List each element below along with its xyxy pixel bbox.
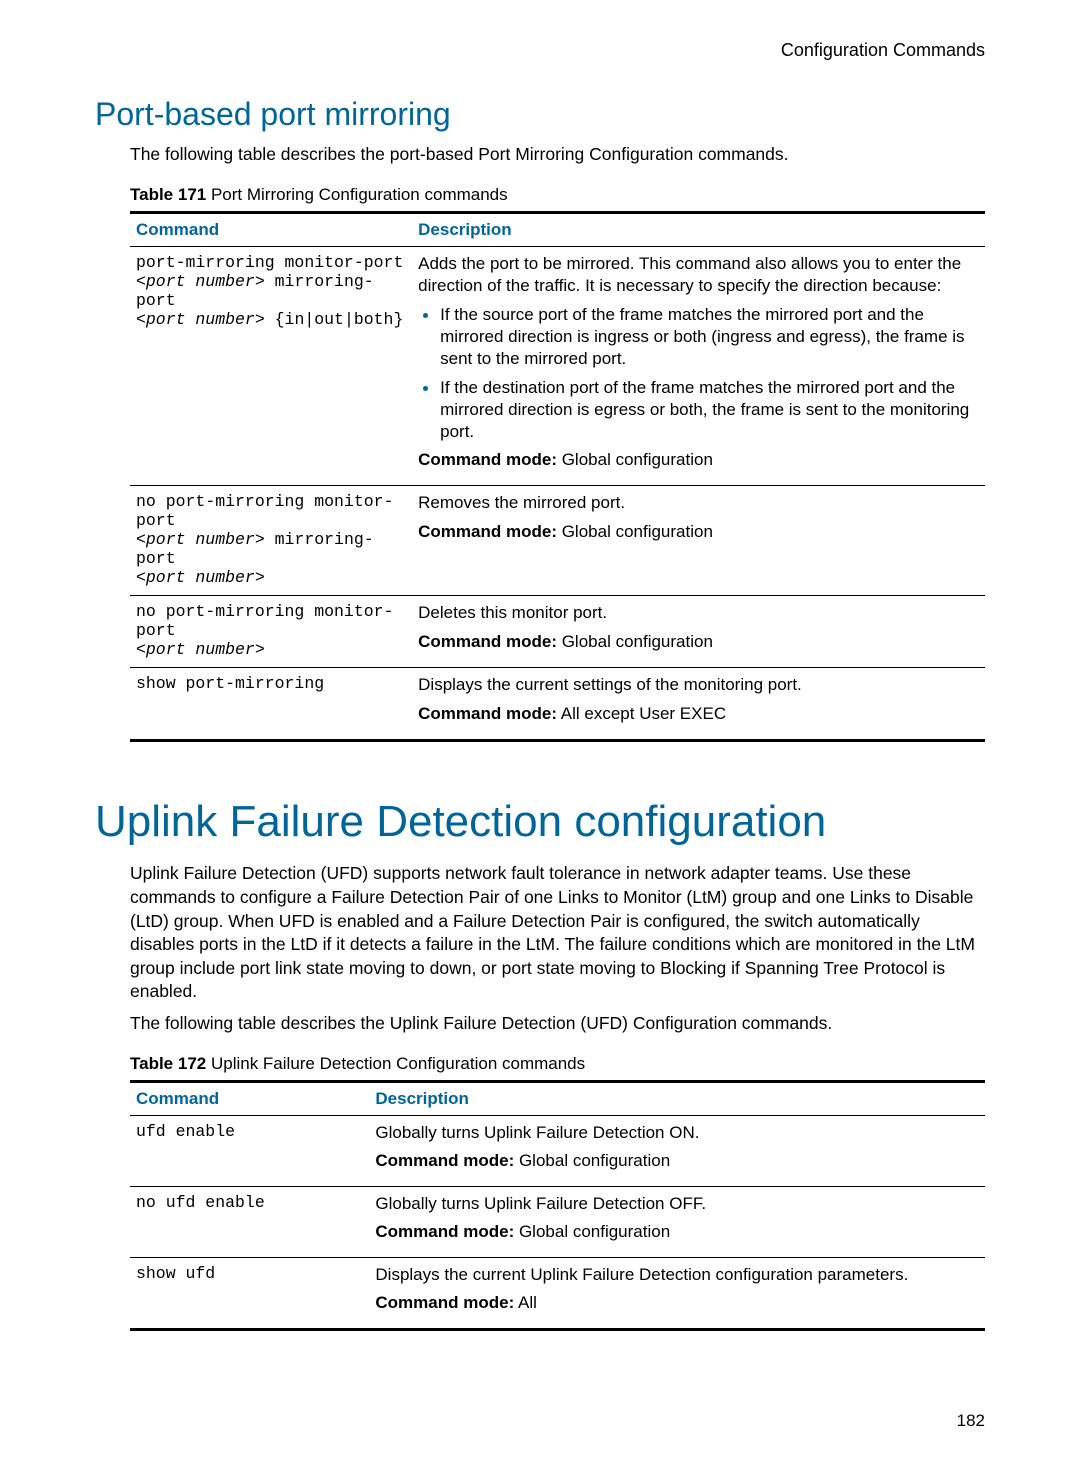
bullet-item: If the destination port of the frame mat… <box>440 376 979 443</box>
description-text: Deletes this monitor port. <box>418 602 979 624</box>
command-cell: no port-mirroring monitor-port <port num… <box>130 486 412 596</box>
column-header-command: Command <box>130 1081 369 1115</box>
command-mode: Command mode: All except User EXEC <box>418 703 979 725</box>
description-cell: Displays the current settings of the mon… <box>412 668 985 740</box>
description-text: Globally turns Uplink Failure Detection … <box>375 1122 979 1144</box>
command-cell: ufd enable <box>130 1115 369 1186</box>
table-row: port-mirroring monitor-port <port number… <box>130 246 985 486</box>
command-mode: Command mode: Global configuration <box>375 1221 979 1243</box>
command-mode: Command mode: Global configuration <box>375 1150 979 1172</box>
document-page: Configuration Commands Port-based port m… <box>0 0 1080 1471</box>
column-header-command: Command <box>130 212 412 246</box>
description-text: Displays the current Uplink Failure Dete… <box>375 1264 979 1286</box>
description-text: Removes the mirrored port. <box>418 492 979 514</box>
command-cell: no ufd enable <box>130 1186 369 1257</box>
table-label: Table 172 <box>130 1054 206 1073</box>
description-text: Adds the port to be mirrored. This comma… <box>418 253 979 297</box>
command-mode: Command mode: Global configuration <box>418 631 979 653</box>
description-text: Displays the current settings of the mon… <box>418 674 979 696</box>
table-caption-text: Uplink Failure Detection Configuration c… <box>206 1054 585 1073</box>
intro-paragraph: The following table describes the port-b… <box>130 143 985 167</box>
description-cell: Deletes this monitor port. Command mode:… <box>412 596 985 668</box>
command-mode: Command mode: Global configuration <box>418 521 979 543</box>
command-mode: Command mode: Global configuration <box>418 449 979 471</box>
page-number: 182 <box>95 1411 985 1431</box>
table-row: show port-mirroring Displays the current… <box>130 668 985 740</box>
command-cell: port-mirroring monitor-port <port number… <box>130 246 412 486</box>
description-cell: Displays the current Uplink Failure Dete… <box>369 1258 985 1330</box>
table-caption-172: Table 172 Uplink Failure Detection Confi… <box>130 1054 985 1074</box>
table-caption-text: Port Mirroring Configuration commands <box>206 185 507 204</box>
column-header-description: Description <box>369 1081 985 1115</box>
table-row: no port-mirroring monitor-port <port num… <box>130 596 985 668</box>
table-caption-171: Table 171 Port Mirroring Configuration c… <box>130 185 985 205</box>
section-heading-port-mirroring: Port-based port mirroring <box>95 96 985 133</box>
table-row: no port-mirroring monitor-port <port num… <box>130 486 985 596</box>
bullet-item: If the source port of the frame matches … <box>440 303 979 370</box>
ufd-paragraph-1: Uplink Failure Detection (UFD) supports … <box>130 862 985 1004</box>
ufd-paragraph-2: The following table describes the Uplink… <box>130 1012 985 1036</box>
ufd-table: Command Description ufd enable Globally … <box>130 1080 985 1332</box>
table-row: show ufd Displays the current Uplink Fai… <box>130 1258 985 1330</box>
command-cell: show port-mirroring <box>130 668 412 740</box>
description-cell: Adds the port to be mirrored. This comma… <box>412 246 985 486</box>
description-cell: Globally turns Uplink Failure Detection … <box>369 1186 985 1257</box>
column-header-description: Description <box>412 212 985 246</box>
command-cell: show ufd <box>130 1258 369 1330</box>
command-mode: Command mode: All <box>375 1292 979 1314</box>
table-label: Table 171 <box>130 185 206 204</box>
table-row: no ufd enable Globally turns Uplink Fail… <box>130 1186 985 1257</box>
port-mirroring-table: Command Description port-mirroring monit… <box>130 211 985 742</box>
page-header: Configuration Commands <box>95 40 985 61</box>
table-row: ufd enable Globally turns Uplink Failure… <box>130 1115 985 1186</box>
chapter-heading-ufd: Uplink Failure Detection configuration <box>95 797 985 848</box>
description-cell: Globally turns Uplink Failure Detection … <box>369 1115 985 1186</box>
description-cell: Removes the mirrored port. Command mode:… <box>412 486 985 596</box>
command-cell: no port-mirroring monitor-port <port num… <box>130 596 412 668</box>
description-text: Globally turns Uplink Failure Detection … <box>375 1193 979 1215</box>
